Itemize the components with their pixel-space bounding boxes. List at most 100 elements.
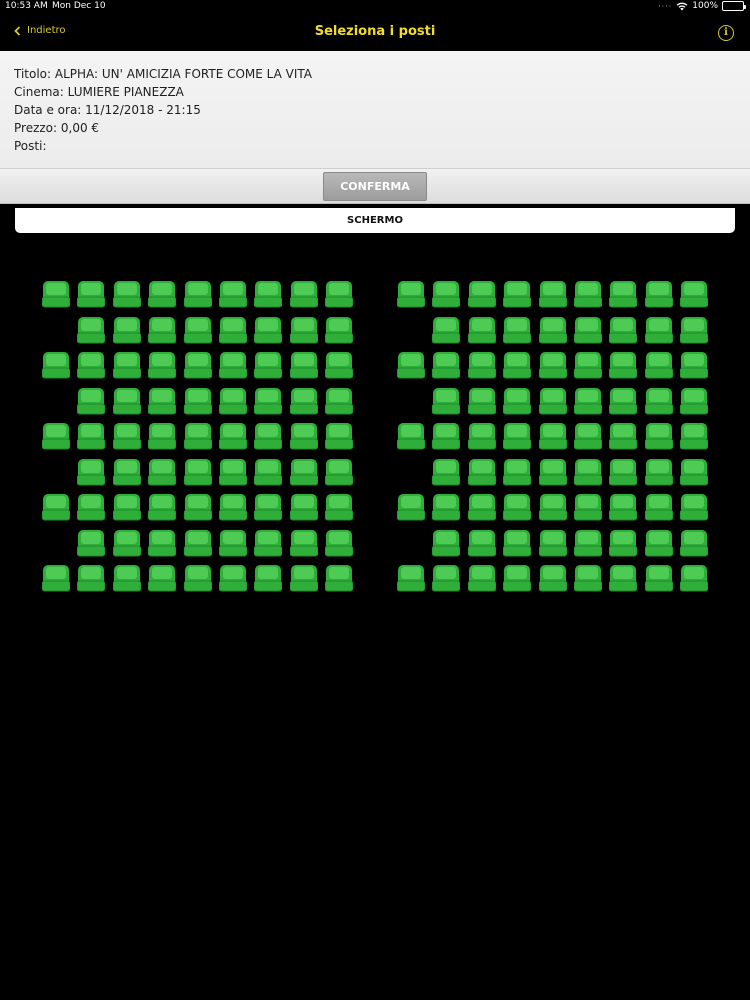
seat-available[interactable]: [112, 315, 141, 345]
seat-available[interactable]: [183, 315, 212, 345]
seat-available[interactable]: [432, 563, 461, 593]
seat-available[interactable]: [538, 386, 567, 416]
seat-available[interactable]: [467, 457, 496, 487]
seat-available[interactable]: [538, 279, 567, 309]
seat-available[interactable]: [325, 528, 354, 558]
seat-available[interactable]: [183, 492, 212, 522]
seat-available[interactable]: [680, 386, 709, 416]
seat-available[interactable]: [609, 421, 638, 451]
seat-available[interactable]: [503, 315, 532, 345]
seat-available[interactable]: [538, 315, 567, 345]
seat-available[interactable]: [574, 315, 602, 345]
seat-available[interactable]: [112, 457, 141, 487]
seat-available[interactable]: [574, 350, 602, 380]
seat-available[interactable]: [680, 563, 709, 593]
seat-available[interactable]: [644, 563, 673, 593]
seat-available[interactable]: [148, 421, 177, 451]
seat-available[interactable]: [112, 528, 141, 558]
info-icon[interactable]: i: [718, 25, 734, 41]
seat-available[interactable]: [77, 350, 106, 380]
seat-available[interactable]: [644, 421, 673, 451]
seat-available[interactable]: [397, 421, 425, 451]
seat-available[interactable]: [183, 350, 212, 380]
seat-available[interactable]: [467, 563, 496, 593]
seat-available[interactable]: [503, 421, 532, 451]
seat-available[interactable]: [77, 492, 106, 522]
seat-available[interactable]: [289, 350, 318, 380]
seat-available[interactable]: [42, 421, 70, 451]
seat-available[interactable]: [538, 421, 567, 451]
seat-available[interactable]: [219, 492, 247, 522]
seat-available[interactable]: [148, 279, 177, 309]
seat-available[interactable]: [467, 315, 496, 345]
seat-available[interactable]: [254, 492, 283, 522]
seat-available[interactable]: [680, 350, 709, 380]
seat-available[interactable]: [289, 315, 318, 345]
seat-available[interactable]: [680, 421, 709, 451]
seat-available[interactable]: [680, 279, 709, 309]
seat-available[interactable]: [644, 350, 673, 380]
seat-available[interactable]: [432, 386, 461, 416]
seat-available[interactable]: [148, 563, 177, 593]
seat-available[interactable]: [432, 315, 461, 345]
seat-available[interactable]: [574, 492, 602, 522]
seat-available[interactable]: [467, 528, 496, 558]
seat-available[interactable]: [397, 350, 425, 380]
seat-available[interactable]: [680, 315, 709, 345]
seat-available[interactable]: [644, 457, 673, 487]
seat-available[interactable]: [609, 315, 638, 345]
seat-available[interactable]: [148, 315, 177, 345]
seat-available[interactable]: [183, 563, 212, 593]
seat-available[interactable]: [574, 563, 602, 593]
seat-available[interactable]: [397, 492, 425, 522]
seat-available[interactable]: [148, 528, 177, 558]
seat-available[interactable]: [42, 563, 70, 593]
seat-available[interactable]: [254, 279, 283, 309]
seat-available[interactable]: [644, 315, 673, 345]
seat-available[interactable]: [432, 457, 461, 487]
seat-available[interactable]: [77, 386, 106, 416]
seat-available[interactable]: [432, 492, 461, 522]
seat-available[interactable]: [148, 457, 177, 487]
seat-available[interactable]: [574, 528, 602, 558]
seat-available[interactable]: [219, 421, 247, 451]
seat-available[interactable]: [503, 492, 532, 522]
seat-available[interactable]: [609, 350, 638, 380]
seat-available[interactable]: [325, 386, 354, 416]
seat-available[interactable]: [432, 528, 461, 558]
seat-available[interactable]: [289, 279, 318, 309]
seat-available[interactable]: [538, 457, 567, 487]
seat-available[interactable]: [609, 563, 638, 593]
seat-available[interactable]: [219, 528, 247, 558]
seat-available[interactable]: [77, 315, 106, 345]
seat-available[interactable]: [574, 457, 602, 487]
seat-available[interactable]: [503, 386, 532, 416]
seat-available[interactable]: [148, 386, 177, 416]
seat-available[interactable]: [680, 492, 709, 522]
seat-available[interactable]: [574, 386, 602, 416]
seat-available[interactable]: [289, 492, 318, 522]
seat-available[interactable]: [397, 279, 425, 309]
seat-available[interactable]: [538, 563, 567, 593]
seat-available[interactable]: [609, 492, 638, 522]
seat-available[interactable]: [644, 386, 673, 416]
seat-available[interactable]: [254, 350, 283, 380]
seat-available[interactable]: [325, 421, 354, 451]
seat-available[interactable]: [432, 421, 461, 451]
seat-available[interactable]: [609, 457, 638, 487]
seat-available[interactable]: [254, 315, 283, 345]
seat-available[interactable]: [289, 457, 318, 487]
seat-available[interactable]: [77, 528, 106, 558]
seat-available[interactable]: [397, 563, 425, 593]
seat-available[interactable]: [432, 279, 461, 309]
seat-available[interactable]: [183, 457, 212, 487]
seat-available[interactable]: [219, 563, 247, 593]
seat-available[interactable]: [77, 421, 106, 451]
seat-available[interactable]: [289, 528, 318, 558]
seat-available[interactable]: [183, 421, 212, 451]
confirm-button[interactable]: CONFERMA: [323, 172, 427, 201]
seat-available[interactable]: [42, 492, 70, 522]
seat-available[interactable]: [183, 528, 212, 558]
seat-available[interactable]: [609, 386, 638, 416]
seat-available[interactable]: [503, 350, 532, 380]
